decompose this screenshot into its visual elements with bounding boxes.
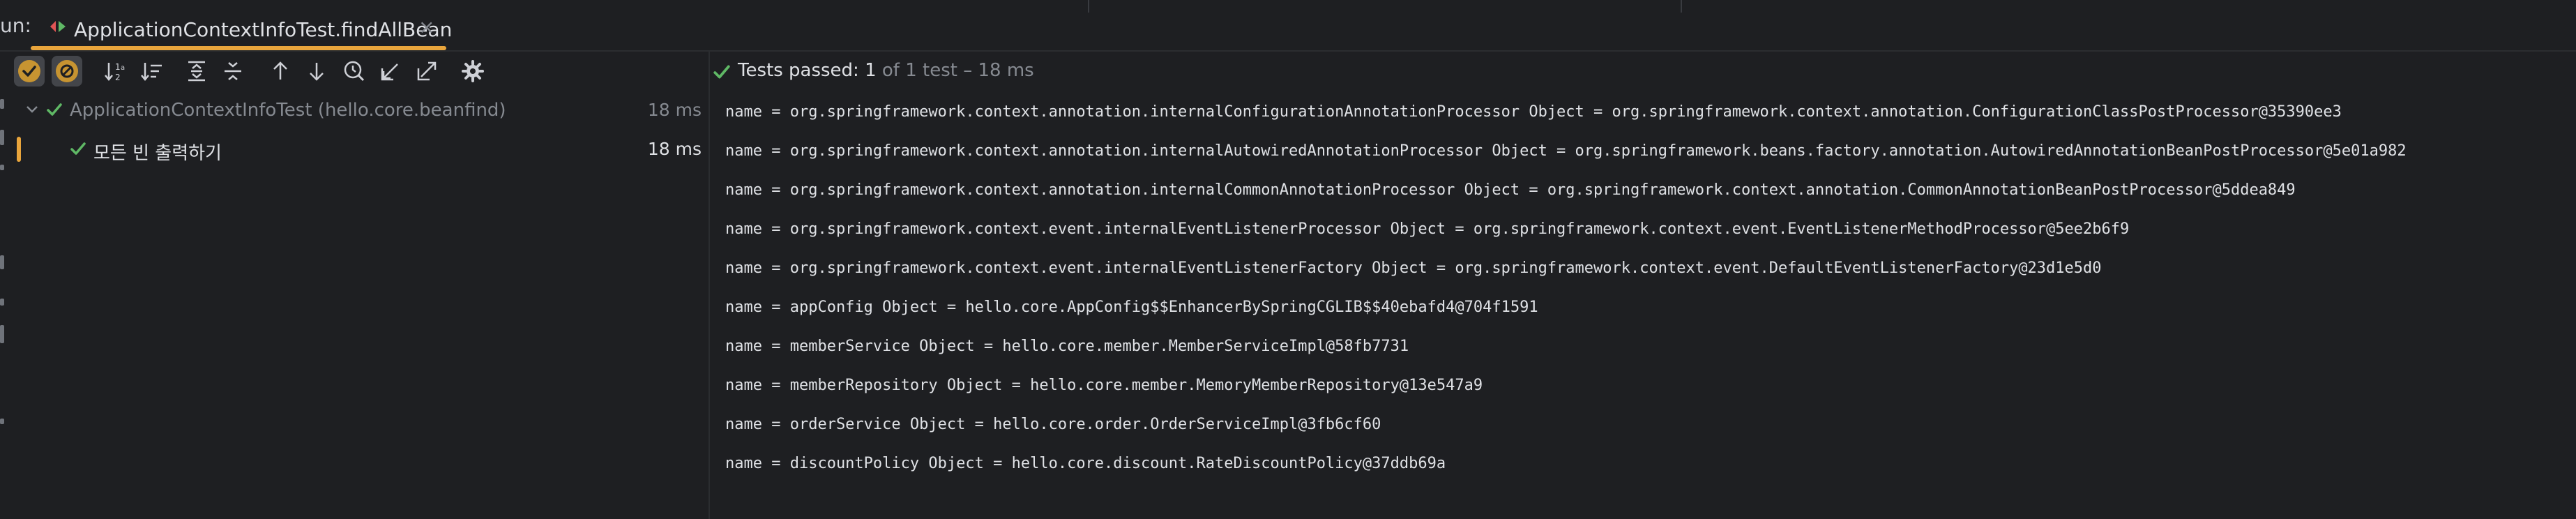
- show-passed-button[interactable]: [14, 56, 45, 86]
- test-suite-duration: 18 ms: [647, 100, 702, 120]
- test-runner-toolbar: 1 2 a: [0, 52, 704, 91]
- test-suite-label: ApplicationContextInfoTest (hello.core.b…: [70, 100, 506, 121]
- clock-search-icon: [344, 61, 365, 82]
- console-line: name = org.springframework.context.annot…: [725, 142, 2407, 160]
- console-line: name = org.springframework.context.annot…: [725, 181, 2296, 199]
- test-history-button[interactable]: [339, 56, 370, 86]
- test-tree: ApplicationContextInfoTest (hello.core.b…: [0, 91, 709, 519]
- tests-passed-detail: of 1 test – 18 ms: [881, 60, 1034, 81]
- svg-text:1: 1: [115, 62, 121, 72]
- console-line: name = org.springframework.context.annot…: [725, 103, 2342, 121]
- divider: [1088, 0, 1089, 13]
- ignored-circle-icon: [56, 60, 78, 82]
- console-line: name = memberService Object = hello.core…: [725, 338, 1409, 355]
- tests-passed-label: Tests passed:: [738, 60, 859, 81]
- next-failed-test-button[interactable]: [301, 56, 332, 86]
- export-icon: [417, 61, 437, 81]
- console-line: name = orderService Object = hello.core.…: [725, 416, 1381, 433]
- export-tests-button[interactable]: [411, 56, 442, 86]
- run-tab-title: ApplicationContextInfoTest.findAllBean: [74, 18, 453, 41]
- run-tab[interactable]: ApplicationContextInfoTest.findAllBean ×: [31, 0, 452, 50]
- sort-alpha-icon: 1 2 a: [105, 62, 125, 82]
- gear-icon: [462, 60, 484, 82]
- passed-check-icon: [46, 101, 63, 121]
- test-case-row[interactable]: 모든 빈 출력하기 18 ms: [0, 130, 709, 169]
- arrow-up-icon: [273, 61, 287, 80]
- console-line: name = discountPolicy Object = hello.cor…: [725, 455, 1446, 472]
- sort-duration-icon: [141, 63, 162, 81]
- test-suite-row[interactable]: ApplicationContextInfoTest (hello.core.b…: [0, 91, 709, 130]
- test-case-duration: 18 ms: [647, 139, 702, 159]
- tests-passed-count: 1: [865, 60, 877, 81]
- expand-all-button[interactable]: [181, 56, 212, 86]
- expand-all-icon: [188, 61, 205, 82]
- test-status-text: Tests passed: 1 of 1 test – 18 ms: [738, 60, 1034, 81]
- test-run-icon: [49, 19, 67, 37]
- run-tool-window: un: ApplicationContextInfoTest.findAllBe…: [0, 0, 2576, 519]
- console-line: name = memberRepository Object = hello.c…: [725, 377, 1483, 394]
- active-tab-indicator: [31, 46, 446, 50]
- collapse-all-icon: [225, 62, 241, 80]
- sort-alphabetically-button[interactable]: 1 2 a: [100, 56, 131, 86]
- collapse-all-button[interactable]: [218, 56, 248, 86]
- console-output[interactable]: name = org.springframework.context.annot…: [725, 102, 2566, 492]
- sort-by-duration-button[interactable]: [137, 56, 167, 86]
- test-case-label: 모든 빈 출력하기: [93, 143, 222, 164]
- show-ignored-button[interactable]: [52, 56, 82, 86]
- previous-failed-test-button[interactable]: [265, 56, 296, 86]
- run-panel-label: un:: [0, 14, 31, 37]
- svg-text:a: a: [121, 64, 125, 72]
- console-line: name = org.springframework.context.event…: [725, 220, 2130, 238]
- settings-button[interactable]: [457, 56, 488, 86]
- console-line: name = appConfig Object = hello.core.App…: [725, 299, 1538, 316]
- console-line: name = org.springframework.context.event…: [725, 260, 2102, 277]
- close-tab-icon[interactable]: ×: [418, 15, 434, 38]
- chevron-down-icon[interactable]: [25, 103, 39, 119]
- svg-text:2: 2: [115, 73, 121, 82]
- selection-indicator: [17, 137, 21, 162]
- panel-divider[interactable]: [709, 52, 710, 519]
- import-icon: [381, 63, 398, 81]
- passed-check-icon: [713, 63, 731, 84]
- divider: [1681, 0, 1682, 13]
- passed-check-icon: [70, 140, 86, 160]
- import-tests-button[interactable]: [375, 56, 406, 86]
- check-circle-icon: [18, 60, 40, 82]
- run-tab-bar: un: ApplicationContextInfoTest.findAllBe…: [0, 0, 2576, 52]
- arrow-down-icon: [310, 63, 324, 81]
